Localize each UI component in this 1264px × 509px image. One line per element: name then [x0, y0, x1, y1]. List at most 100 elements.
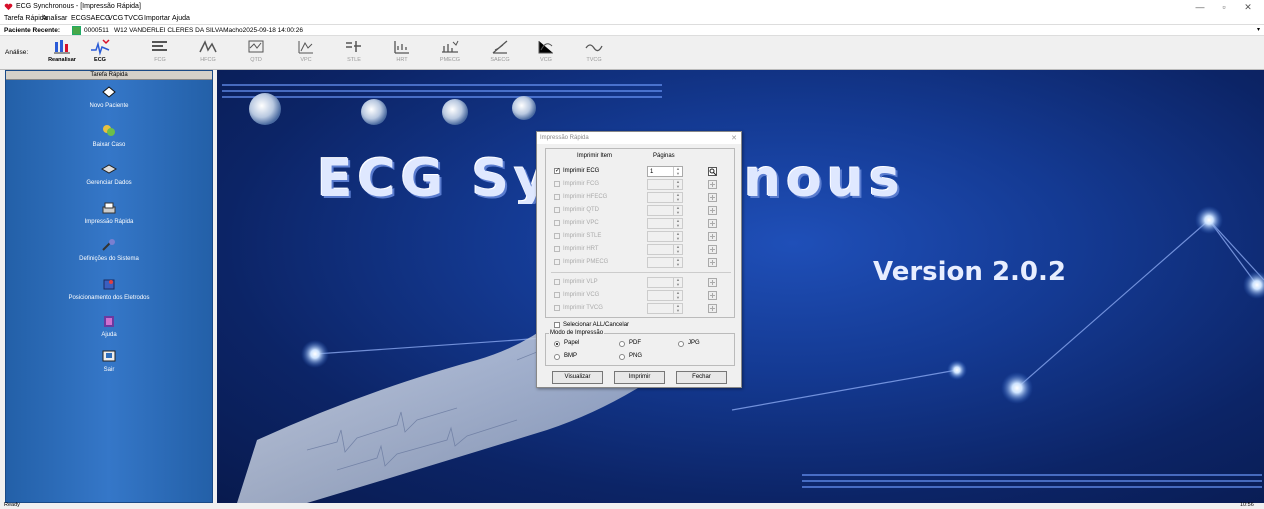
stepper-arrows-icon[interactable]: ▲ ▼ — [673, 231, 682, 241]
print-hrt-checkbox[interactable] — [554, 246, 560, 252]
print-hrt-label: Imprimir HRT — [563, 246, 599, 252]
patient-id: 0000511 — [84, 27, 109, 34]
tool-reanalisar-button[interactable]: Reanalisar — [44, 38, 80, 68]
preview-icon[interactable] — [708, 291, 717, 300]
preview-icon[interactable] — [708, 180, 717, 189]
mode-papel-radio[interactable] — [554, 341, 560, 347]
print-tvcg-checkbox[interactable] — [554, 305, 560, 311]
sidebar-item-exit[interactable]: Sair — [6, 349, 212, 373]
tool-pmecg-button[interactable]: PMECG — [432, 38, 468, 68]
print-vlp-pages-stepper[interactable]: ▲ ▼ — [647, 277, 683, 288]
mode-png-radio[interactable] — [619, 354, 625, 360]
print-pmecg-label: Imprimir PMECG — [563, 259, 609, 265]
preview-icon[interactable] — [708, 206, 717, 215]
print-ecg-pages-stepper[interactable]: 1 ▲ ▼ — [647, 166, 683, 177]
mode-jpg-label: JPG — [688, 340, 700, 346]
sidebar-item-help[interactable]: Ajuda — [6, 314, 212, 338]
stepper-arrows-icon[interactable]: ▲ ▼ — [673, 205, 682, 215]
print-stle-pages-stepper[interactable]: ▲ ▼ — [647, 231, 683, 242]
mode-pdf-radio[interactable] — [619, 341, 625, 347]
close-window-button[interactable]: ✕ — [1238, 1, 1258, 13]
preview-icon[interactable] — [708, 193, 717, 202]
stepper-arrows-icon[interactable]: ▲ ▼ — [673, 290, 682, 300]
menu-tvcg[interactable]: TVCG — [124, 15, 143, 22]
print-hfecg-pages-stepper[interactable]: ▲ ▼ — [647, 192, 683, 203]
menu-ecg[interactable]: ECG — [71, 15, 86, 22]
select-all-checkbox[interactable] — [554, 322, 560, 328]
stepper-arrows-icon[interactable]: ▲ ▼ — [673, 179, 682, 189]
patient-folder-icon[interactable] — [72, 26, 81, 35]
col-header-pages: Páginas — [653, 153, 675, 159]
tool-ecg-button[interactable]: ECG — [82, 38, 118, 68]
print-hfecg-checkbox[interactable] — [554, 194, 560, 200]
mode-bmp-radio[interactable] — [554, 354, 560, 360]
tool-vpc-button[interactable]: VPC — [288, 38, 324, 68]
dialog-close-icon[interactable]: ✕ — [731, 134, 737, 142]
menu-ajuda[interactable]: Ajuda — [172, 15, 190, 22]
preview-icon[interactable] — [708, 258, 717, 267]
print-ecg-checkbox[interactable]: ✓ — [554, 168, 560, 174]
stepper-arrows-icon[interactable]: ▲ ▼ — [673, 257, 682, 267]
patient-details[interactable]: W12 VANDERLEI CLERES DA SILVAMacho2025-0… — [114, 27, 303, 34]
print-vcg-checkbox[interactable] — [554, 292, 560, 298]
stepper-arrows-icon[interactable]: ▲ ▼ — [673, 166, 682, 176]
menu-analisar[interactable]: Analisar — [42, 15, 67, 22]
stepper-arrows-icon[interactable]: ▲ ▼ — [673, 244, 682, 254]
sidebar-item-new-patient[interactable]: Novo Paciente — [6, 85, 212, 109]
tool-tvcg-button[interactable]: TVCG — [576, 38, 612, 68]
tool-saecg-button[interactable]: SAECG — [482, 38, 518, 68]
preview-icon[interactable] — [708, 278, 717, 287]
print-stle-checkbox[interactable] — [554, 233, 560, 239]
print-hrt-pages-stepper[interactable]: ▲ ▼ — [647, 244, 683, 255]
preview-icon[interactable] — [708, 167, 717, 176]
stepper-arrows-icon[interactable]: ▲ ▼ — [673, 277, 682, 287]
patient-dropdown-icon[interactable]: ▾ — [1257, 26, 1260, 33]
print-fcg-pages-stepper[interactable]: ▲ ▼ — [647, 179, 683, 190]
tool-qtd-button[interactable]: QTD — [238, 38, 274, 68]
tool-hfcg-button[interactable]: HFCG — [190, 38, 226, 68]
vpc-icon — [298, 41, 313, 54]
stepper-arrows-icon[interactable]: ▲ ▼ — [673, 192, 682, 202]
mode-jpg-radio[interactable] — [678, 341, 684, 347]
print-button[interactable]: Imprimir — [614, 371, 665, 384]
tool-vcg-button[interactable]: VCG — [528, 38, 564, 68]
print-tvcg-pages-stepper[interactable]: ▲ ▼ — [647, 303, 683, 314]
print-qtd-checkbox[interactable] — [554, 207, 560, 213]
maximize-button[interactable]: ▫ — [1214, 1, 1234, 13]
menu-vcg[interactable]: VCG — [108, 15, 123, 22]
stepper-arrows-icon[interactable]: ▲ ▼ — [673, 303, 682, 313]
print-vlp-checkbox[interactable] — [554, 279, 560, 285]
sidebar-item-download-case[interactable]: Baixar Caso — [6, 124, 212, 148]
menu-importar[interactable]: Importar — [144, 15, 170, 22]
tool-fcg-button[interactable]: FCG — [142, 38, 178, 68]
patient-bar: Paciente Recente: 0000511 W12 VANDERLEI … — [0, 24, 1264, 36]
print-vpc-checkbox[interactable] — [554, 220, 560, 226]
stepper-arrows-icon[interactable]: ▲ ▼ — [673, 218, 682, 228]
globe-icon — [442, 99, 468, 125]
preview-icon[interactable] — [708, 232, 717, 241]
print-vcg-pages-stepper[interactable]: ▲ ▼ — [647, 290, 683, 301]
print-pmecg-checkbox[interactable] — [554, 259, 560, 265]
sidebar-item-manage-data[interactable]: Gerenciar Dados — [6, 162, 212, 186]
preview-icon[interactable] — [708, 304, 717, 313]
sidebar-item-quick-print[interactable]: Impressão Rápida — [6, 201, 212, 225]
menu-saecg[interactable]: SAECG — [86, 15, 111, 22]
print-pmecg-pages-stepper[interactable]: ▲ ▼ — [647, 257, 683, 268]
pmecg-icon — [442, 40, 459, 53]
print-vpc-pages-stepper[interactable]: ▲ ▼ — [647, 218, 683, 229]
preview-button[interactable]: Visualizar — [552, 371, 603, 384]
preview-icon[interactable] — [708, 219, 717, 228]
close-dialog-button[interactable]: Fechar — [676, 371, 727, 384]
minimize-button[interactable]: — — [1190, 1, 1210, 13]
print-fcg-checkbox[interactable] — [554, 181, 560, 187]
print-ecg-label: Imprimir ECG — [563, 168, 600, 174]
exit-icon — [102, 350, 116, 362]
tool-hrt-button[interactable]: HRT — [384, 38, 420, 68]
mode-papel-label: Papel — [564, 340, 580, 346]
tool-stle-button[interactable]: STLE — [336, 38, 372, 68]
preview-icon[interactable] — [708, 245, 717, 254]
globe-icon — [512, 96, 536, 120]
print-qtd-pages-stepper[interactable]: ▲ ▼ — [647, 205, 683, 216]
sidebar-item-system-settings[interactable]: Definições do Sistema — [6, 238, 212, 262]
sidebar-item-electrode-positioning[interactable]: Posicionamento dos Eletrodos — [6, 277, 212, 301]
